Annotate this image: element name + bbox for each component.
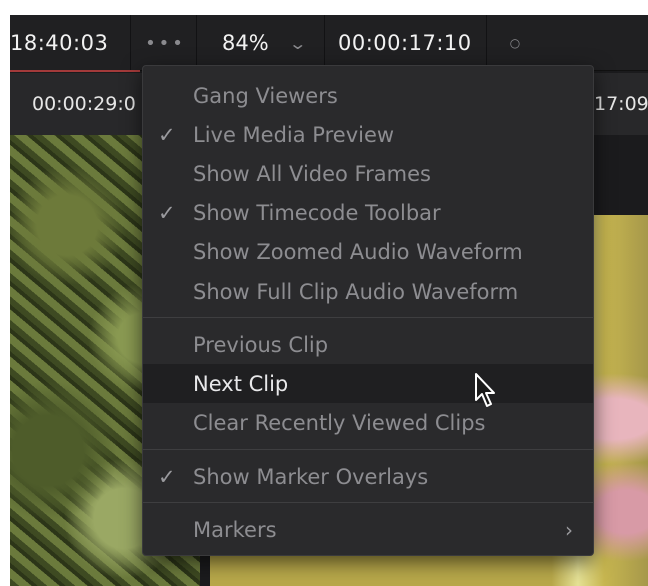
zoom-value: 84% xyxy=(222,31,269,55)
chevron-right-icon: › xyxy=(565,517,573,542)
source-timecode[interactable]: 18:40:03 xyxy=(10,15,130,71)
menu-item-label: Show Timecode Toolbar xyxy=(193,200,441,225)
record-timecode[interactable]: 00:00:17:10 xyxy=(326,15,486,71)
menu-divider xyxy=(143,502,593,503)
check-icon: ✓ xyxy=(158,122,176,147)
menu-item-show-all-video-frames[interactable]: Show All Video Frames xyxy=(143,154,593,193)
menu-item-live-media-preview[interactable]: ✓ Live Media Preview xyxy=(143,115,593,154)
chevron-down-icon: ⌄ xyxy=(288,33,307,53)
viewer-toolbar: 18:40:03 ••• 84% ⌄ 00:00:17:10 ○ xyxy=(10,15,648,72)
toolbar-divider xyxy=(486,15,487,71)
menu-divider xyxy=(143,449,593,450)
menu-item-show-marker-overlays[interactable]: ✓ Show Marker Overlays xyxy=(143,457,593,496)
menu-item-clear-recently-viewed-clips[interactable]: Clear Recently Viewed Clips xyxy=(143,403,593,442)
menu-divider xyxy=(143,317,593,318)
menu-item-label: Markers xyxy=(193,517,277,542)
menu-item-show-zoomed-audio-waveform[interactable]: Show Zoomed Audio Waveform xyxy=(143,232,593,271)
clip-timecode-right: 17:09 xyxy=(594,93,648,115)
menu-item-label: Live Media Preview xyxy=(193,122,395,147)
viewer-options-menu: Gang Viewers ✓ Live Media Preview Show A… xyxy=(142,65,594,556)
menu-item-show-timecode-toolbar[interactable]: ✓ Show Timecode Toolbar xyxy=(143,193,593,232)
active-indicator-line xyxy=(10,70,140,72)
menu-item-label: Previous Clip xyxy=(193,332,329,357)
toolbar-divider xyxy=(324,15,325,71)
toolbar-divider xyxy=(196,15,197,71)
menu-item-label: Show All Video Frames xyxy=(193,161,431,186)
menu-item-label: Show Full Clip Audio Waveform xyxy=(193,279,519,304)
menu-item-label: Clear Recently Viewed Clips xyxy=(193,410,486,435)
zoom-dropdown[interactable]: 84% ⌄ xyxy=(206,15,324,71)
menu-item-previous-clip[interactable]: Previous Clip xyxy=(143,325,593,364)
menu-item-markers[interactable]: Markers › xyxy=(143,510,593,549)
check-icon: ✓ xyxy=(158,200,176,225)
mouse-pointer-icon xyxy=(475,373,495,407)
menu-item-show-full-clip-audio-waveform[interactable]: Show Full Clip Audio Waveform xyxy=(143,272,593,311)
menu-item-label: Next Clip xyxy=(193,371,289,396)
clip-timecode-left: 00:00:29:0 xyxy=(32,93,136,115)
status-dot-icon[interactable]: ○ xyxy=(500,15,530,71)
menu-item-next-clip[interactable]: Next Clip xyxy=(143,364,593,403)
more-options-button[interactable]: ••• xyxy=(138,15,193,71)
check-icon: ✓ xyxy=(158,464,176,489)
menu-item-label: Show Marker Overlays xyxy=(193,464,429,489)
menu-item-gang-viewers[interactable]: Gang Viewers xyxy=(143,76,593,115)
menu-item-label: Show Zoomed Audio Waveform xyxy=(193,239,523,264)
toolbar-divider xyxy=(130,15,131,71)
more-icon: ••• xyxy=(145,32,186,54)
menu-item-label: Gang Viewers xyxy=(193,83,338,108)
